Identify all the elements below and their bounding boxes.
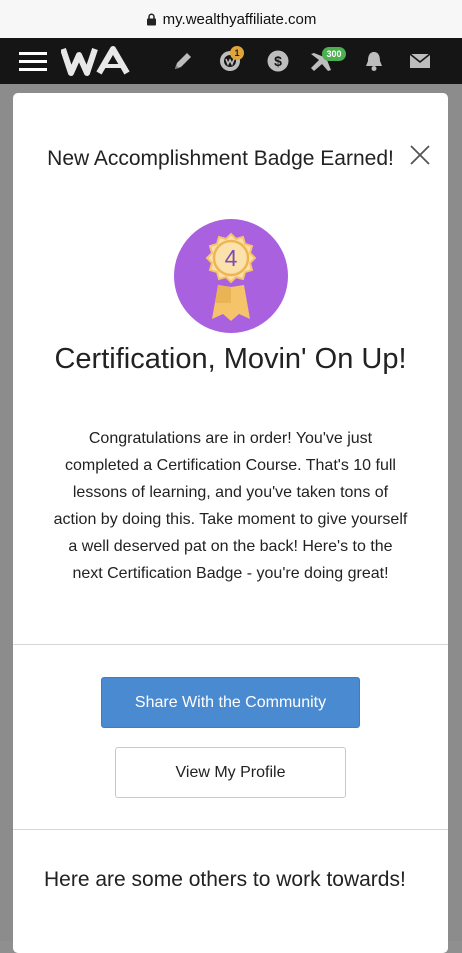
dollar-icon[interactable]: $ — [266, 38, 290, 84]
medal-icon: 4 — [174, 219, 288, 333]
menu-icon[interactable] — [18, 38, 48, 84]
divider — [13, 644, 448, 645]
modal-title: New Accomplishment Badge Earned! — [47, 147, 394, 170]
share-with-community-button[interactable]: Share With the Community — [101, 677, 360, 728]
lock-icon — [146, 13, 156, 25]
url-text: my.wealthyaffiliate.com — [162, 10, 317, 28]
notifications-count-badge: 1 — [230, 46, 244, 60]
wa-logo[interactable] — [60, 38, 132, 84]
bell-icon[interactable] — [362, 38, 386, 84]
messages-count-badge: 300 — [322, 47, 346, 61]
svg-text:$: $ — [274, 53, 282, 69]
pencil-icon[interactable] — [170, 38, 196, 84]
mail-icon[interactable] — [408, 38, 432, 84]
browser-url-bar[interactable]: my.wealthyaffiliate.com — [0, 0, 462, 38]
notifications-icon[interactable]: 1 — [217, 38, 244, 84]
plane-icon[interactable]: 300 — [306, 38, 346, 84]
badge-earned-modal: New Accomplishment Badge Earned! 4 Certi… — [13, 93, 448, 953]
top-navbar: 1 $ 300 — [0, 38, 462, 84]
achievement-description: Congratulations are in order! You've jus… — [53, 430, 408, 582]
achievement-title: Certification, Movin' On Up! — [54, 343, 407, 375]
close-icon[interactable] — [408, 143, 432, 167]
other-badges-heading: Here are some others to work towards! — [44, 868, 406, 891]
view-my-profile-button[interactable]: View My Profile — [115, 747, 346, 798]
medal-number: 4 — [225, 245, 238, 271]
divider — [13, 829, 448, 830]
